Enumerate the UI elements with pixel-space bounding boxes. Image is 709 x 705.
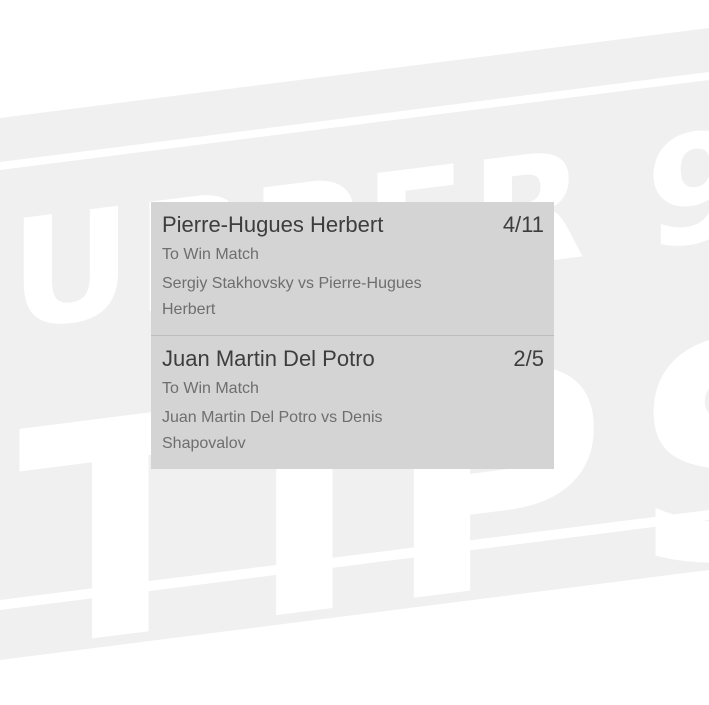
bet-event: Juan Martin Del Potro vs Denis Shapovalo… [162,409,383,452]
bet-selection: Juan Martin Del Potro [162,346,375,371]
bet-item[interactable]: Pierre-Hugues Herbert 4/11 To Win Match … [151,202,554,335]
bet-item[interactable]: Juan Martin Del Potro 2/5 To Win Match J… [151,336,554,469]
bet-market: To Win Match [162,380,259,397]
bet-market: To Win Match [162,246,259,263]
bet-event: Sergiy Stakhovsky vs Pierre-Hugues Herbe… [162,275,422,318]
bet-selection: Pierre-Hugues Herbert [162,212,384,237]
bet-odds: 4/11 [502,212,544,237]
bet-odds: 2/5 [513,346,544,371]
bet-slip-card: Pierre-Hugues Herbert 4/11 To Win Match … [151,202,554,469]
